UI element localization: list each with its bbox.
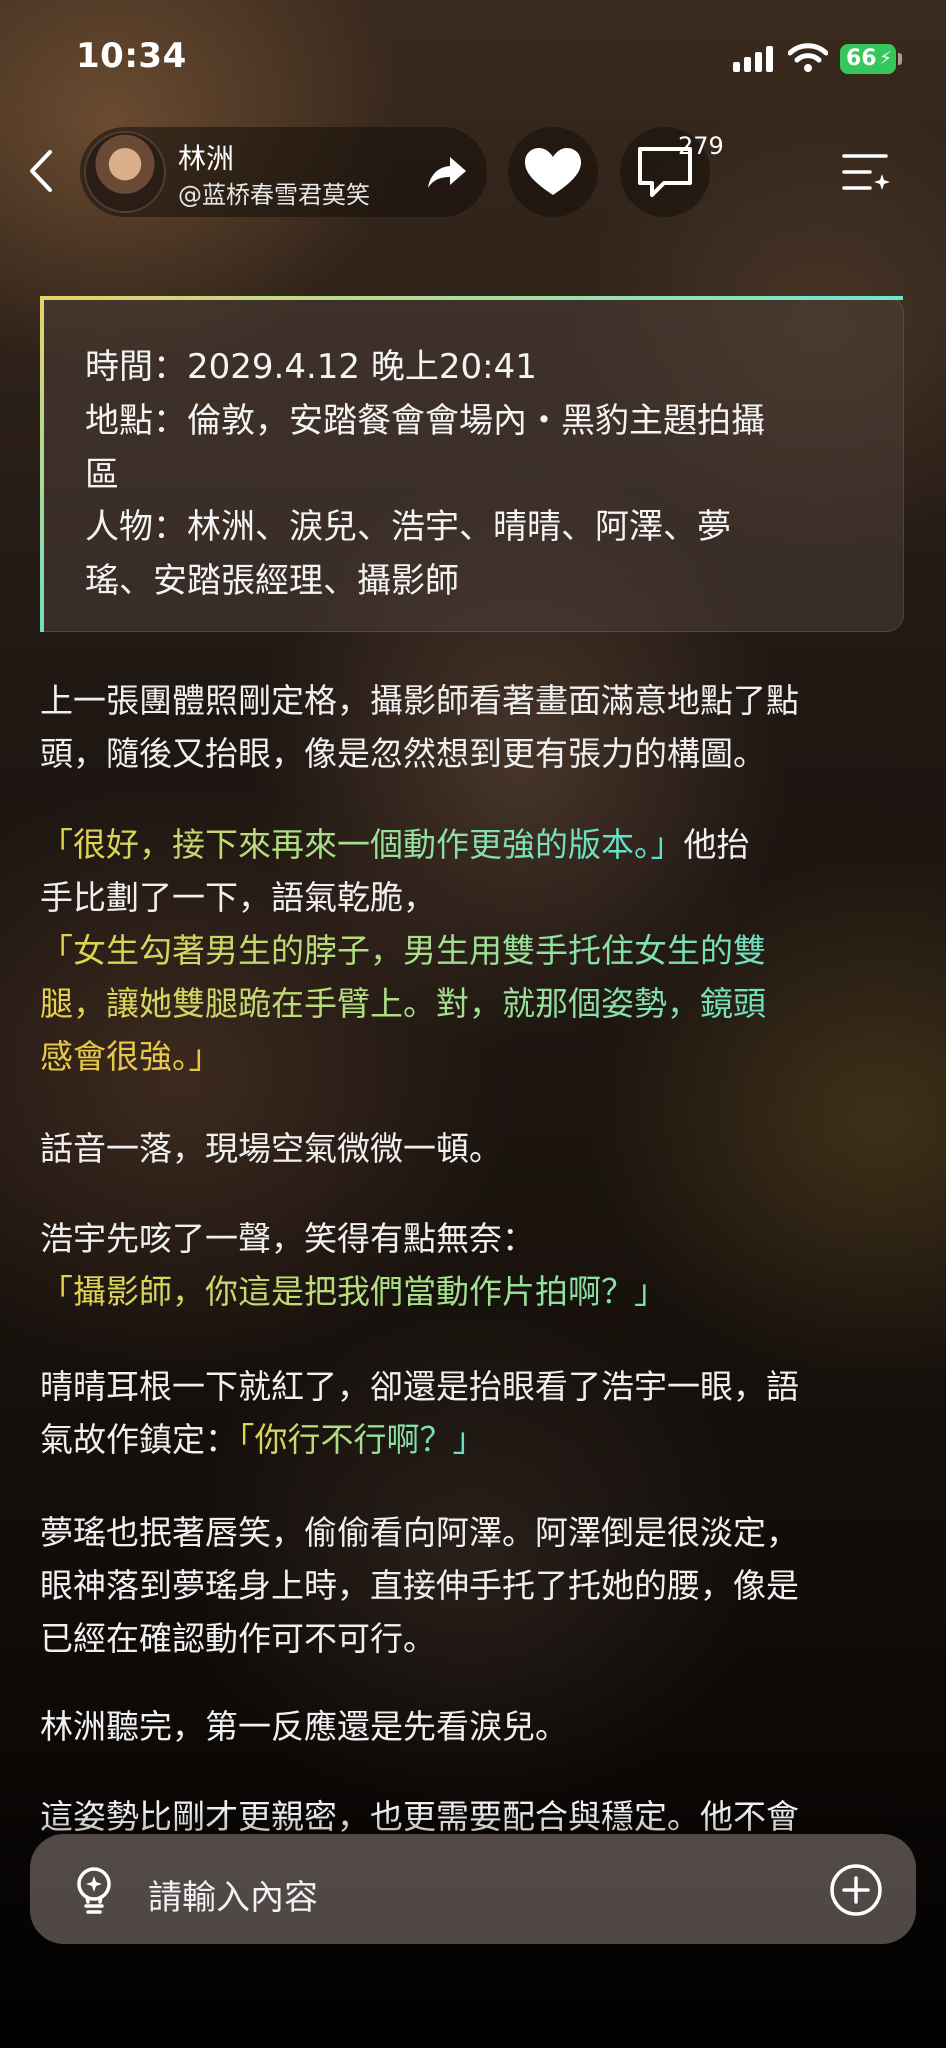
share-arrow-icon[interactable] <box>426 153 468 191</box>
battery-indicator: 66 ⚡ <box>840 44 902 74</box>
status-bar: 10:34 66 ⚡ <box>0 0 946 110</box>
like-button[interactable] <box>508 127 598 217</box>
battery-level: 66 <box>846 46 877 71</box>
scene-place-line2: 區 <box>85 455 119 495</box>
text-line: 已經在確認動作可不可行。 <box>40 1619 436 1658</box>
story-paragraph-2: 「很好，接下來再來一個動作更強的版本。」他抬 手比劃了一下，語氣乾脆， 「女生勾… <box>40 818 906 1083</box>
scene-people-line1: 人物：林洲、淚兒、浩宇、晴晴、阿澤、夢 <box>85 507 731 547</box>
status-time: 10:34 <box>76 36 187 76</box>
scene-time: 時間：2029.4.12 晚上20:41 <box>85 347 537 387</box>
text-line: 林洲聽完，第一反應還是先看淚兒。 <box>40 1707 568 1746</box>
story-paragraph-5: 晴晴耳根一下就紅了，卻還是抬眼看了浩宇一眼，語 氣故作鎮定：「你行不行啊？」 <box>40 1360 906 1466</box>
text-line: 他抬 <box>683 825 750 864</box>
scene-place-line1: 地點：倫敦，安踏餐會會場內・黑豹主題拍攝 <box>85 401 765 441</box>
message-input-bar[interactable]: 請輸入內容 <box>30 1834 916 1944</box>
story-paragraph-3: 話音一落，現場空氣微微一頓。 <box>40 1122 906 1175</box>
back-chevron-icon[interactable] <box>22 146 62 196</box>
story-paragraph-6: 夢瑤也抿著唇笑，偷偷看向阿澤。阿澤倒是很淡定， 眼神落到夢瑤身上時，直接伸手托了… <box>40 1506 906 1665</box>
text-line: 手比劃了一下，語氣乾脆， <box>40 878 436 917</box>
lightbulb-hint-icon[interactable] <box>66 1862 122 1918</box>
avatar[interactable] <box>84 131 166 213</box>
text-line: 話音一落，現場空氣微微一頓。 <box>40 1129 502 1168</box>
wifi-icon <box>788 43 828 72</box>
text-line: 晴晴耳根一下就紅了，卻還是抬眼看了浩宇一眼，語 <box>40 1367 799 1406</box>
add-circle-icon[interactable] <box>828 1862 884 1918</box>
menu-list-icon[interactable] <box>840 148 892 196</box>
text-line: 眼神落到夢瑤身上時，直接伸手托了托她的腰，像是 <box>40 1566 799 1605</box>
dialogue-quote: 「你行不行啊？」 <box>238 1420 486 1459</box>
character-profile-pill[interactable]: 林洲 @蓝桥春雪君莫笑 <box>80 127 487 217</box>
cellular-signal-icon <box>733 46 773 72</box>
creator-handle: @蓝桥春雪君莫笑 <box>178 181 370 209</box>
charging-bolt-icon: ⚡ <box>879 48 892 69</box>
text-line: 頭，隨後又抬眼，像是忽然想到更有張力的構圖。 <box>40 734 766 773</box>
story-paragraph-1: 上一張團體照剛定格，攝影師看著畫面滿意地點了點 頭，隨後又抬眼，像是忽然想到更有… <box>40 674 906 780</box>
scene-info-card: 時間：2029.4.12 晚上20:41 地點：倫敦，安踏餐會會場內・黑豹主題拍… <box>40 296 904 632</box>
text-line: 浩宇先咳了一聲，笑得有點無奈： <box>40 1219 535 1258</box>
dialogue-quote: 腿，讓她雙腿跪在手臂上。對，就那個姿勢，鏡頭 <box>40 977 906 1030</box>
text-line: 夢瑤也抿著唇笑，偷偷看向阿澤。阿澤倒是很淡定， <box>40 1513 799 1552</box>
story-paragraph-4: 浩宇先咳了一聲，笑得有點無奈： 「攝影師，你這是把我們當動作片拍啊？」 <box>40 1212 906 1318</box>
dialogue-quote: 感會很強。」 <box>40 1037 222 1076</box>
dialogue-quote: 「女生勾著男生的脖子，男生用雙手托住女生的雙 <box>40 924 906 977</box>
character-name: 林洲 <box>178 142 235 175</box>
message-input[interactable]: 請輸入內容 <box>148 1870 318 1919</box>
dialogue-quote: 「攝影師，你這是把我們當動作片拍啊？」 <box>40 1265 906 1318</box>
heart-icon <box>525 148 581 195</box>
text-line: 氣故作鎮定： <box>40 1420 238 1459</box>
comment-count: 279 <box>678 132 724 160</box>
scene-people-line2: 瑤、安踏張經理、攝影師 <box>85 561 459 601</box>
dialogue-quote: 「很好，接下來再來一個動作更強的版本。」 <box>40 825 684 864</box>
story-paragraph-7: 林洲聽完，第一反應還是先看淚兒。 <box>40 1700 906 1753</box>
text-line: 上一張團體照剛定格，攝影師看著畫面滿意地點了點 <box>40 681 799 720</box>
